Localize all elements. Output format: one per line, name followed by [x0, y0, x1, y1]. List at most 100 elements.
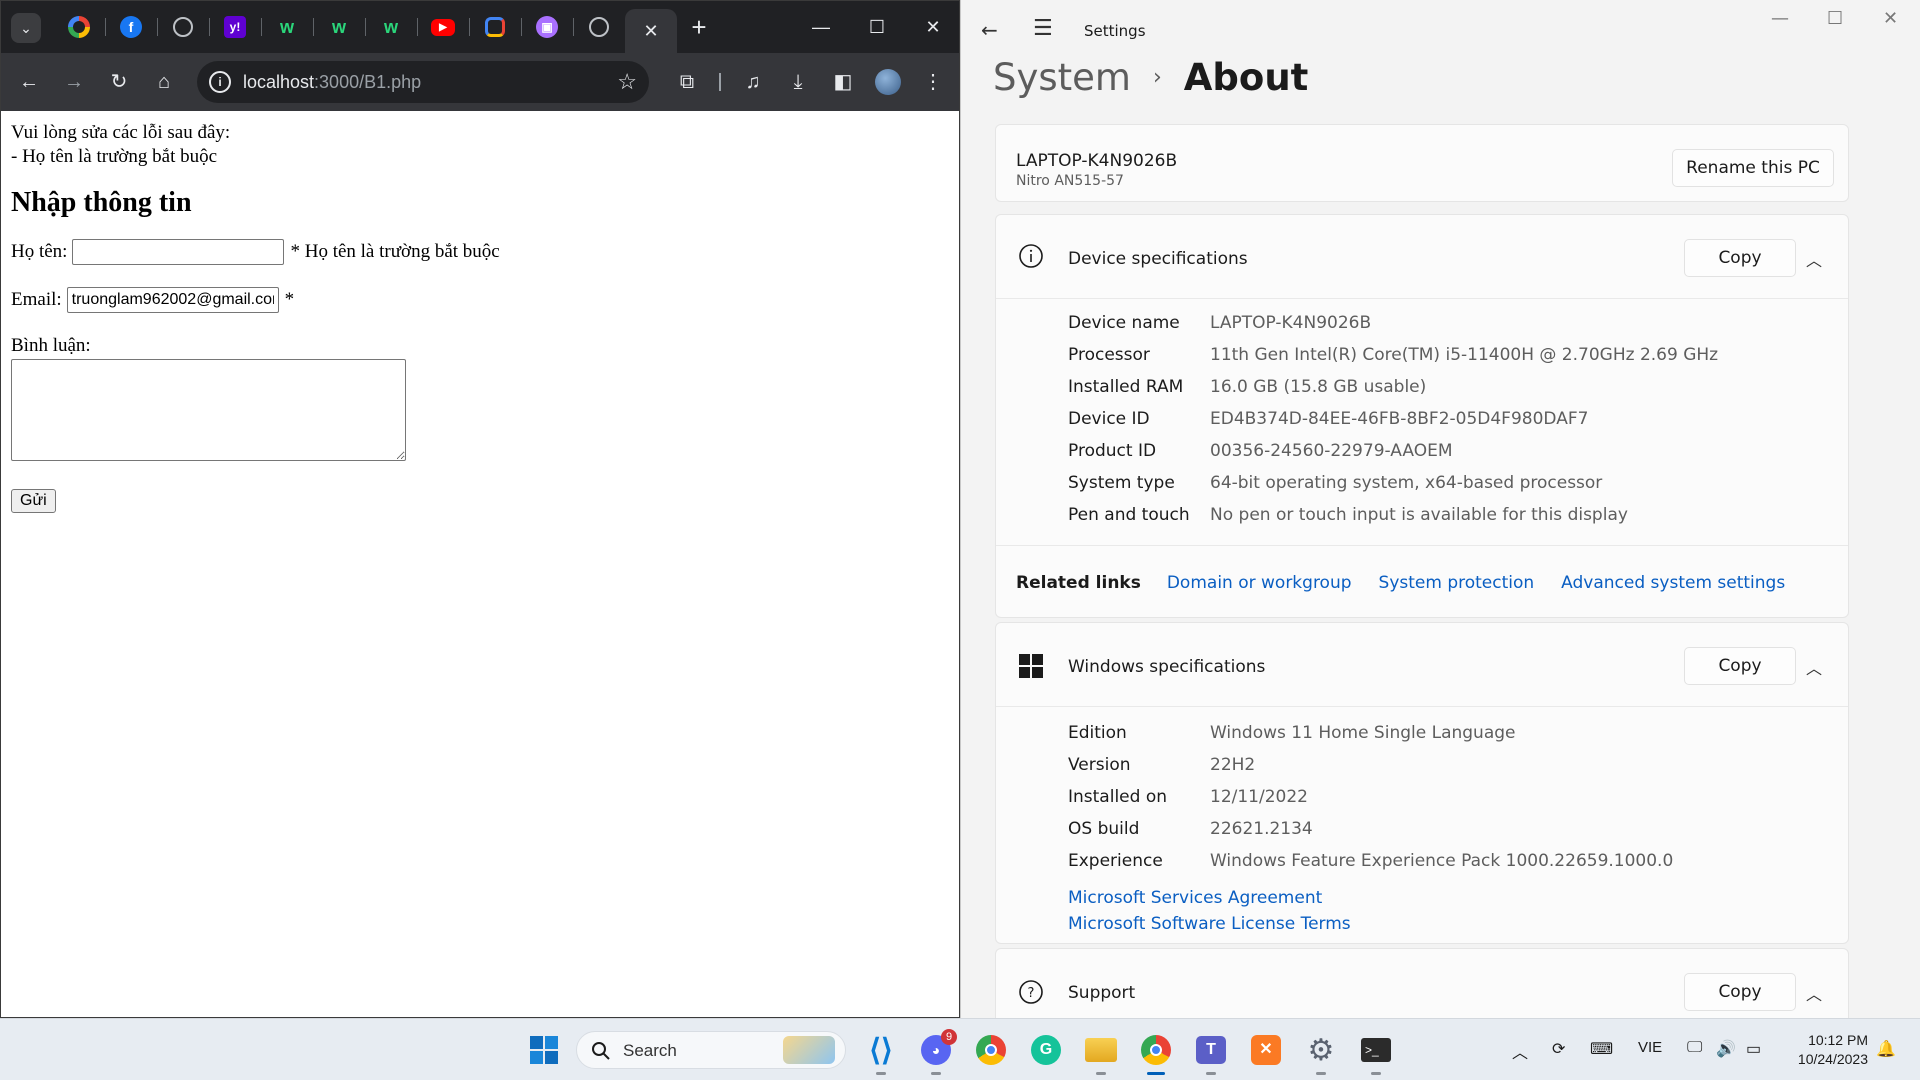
- spec-value[interactable]: 16.0 GB (15.8 GB usable): [1210, 377, 1426, 397]
- copy-support-button[interactable]: Copy: [1684, 973, 1796, 1011]
- chevron-up-icon[interactable]: ︿: [1806, 247, 1822, 271]
- settings-window: ← ☰ Settings — ☐ ✕ System › About LAPTOP…: [960, 0, 1920, 1018]
- hamburger-menu-icon[interactable]: ☰: [1033, 16, 1053, 41]
- spec-key: Device ID: [1068, 409, 1150, 429]
- spec-value[interactable]: 00356-24560-22979-AAOEM: [1210, 441, 1453, 461]
- tray-overflow-chevron-icon[interactable]: ︿: [1512, 1039, 1528, 1063]
- tab-twitch[interactable]: ▣: [521, 1, 573, 53]
- keyboard-icon[interactable]: ⌨: [1590, 1039, 1613, 1059]
- spec-value[interactable]: 12/11/2022: [1210, 787, 1308, 807]
- tab-globe-1[interactable]: [157, 1, 209, 53]
- system-protection-link[interactable]: System protection: [1379, 573, 1535, 593]
- sync-icon[interactable]: ⟳: [1552, 1039, 1565, 1059]
- maximize-button[interactable]: ☐: [1827, 8, 1843, 29]
- download-icon[interactable]: ⤓: [782, 66, 814, 98]
- settings-gear-icon[interactable]: ⚙: [1302, 1031, 1340, 1075]
- submit-button[interactable]: Gửi: [11, 489, 56, 513]
- tab-youtube[interactable]: ▶: [417, 1, 469, 53]
- url-text[interactable]: localhost:3000/B1.php: [243, 72, 421, 93]
- back-icon[interactable]: ←: [13, 66, 45, 98]
- discord-icon[interactable]: ◕ 9: [917, 1029, 957, 1075]
- extensions-icon[interactable]: ⧉: [671, 66, 703, 98]
- spec-value[interactable]: Windows Feature Experience Pack 1000.226…: [1210, 851, 1673, 871]
- profile-avatar[interactable]: [872, 66, 904, 98]
- windows-specs-header[interactable]: Windows specifications Copy ︿: [996, 623, 1848, 707]
- spec-value[interactable]: 64-bit operating system, x64-based proce…: [1210, 473, 1602, 493]
- language-indicator[interactable]: VIE: [1638, 1039, 1662, 1056]
- new-tab-button[interactable]: +: [677, 12, 721, 43]
- search-icon: [592, 1042, 610, 1060]
- tab-w-1[interactable]: w: [261, 1, 313, 53]
- w-icon: w: [331, 17, 346, 37]
- xampp-icon[interactable]: ✕: [1247, 1031, 1285, 1069]
- back-arrow-icon[interactable]: ←: [981, 18, 998, 42]
- site-info-icon[interactable]: i: [209, 71, 231, 93]
- windows-specs-card: Windows specifications Copy ︿ Edition Win…: [995, 622, 1849, 944]
- forward-icon[interactable]: →: [58, 66, 90, 98]
- start-windows-icon[interactable]: [525, 1031, 563, 1069]
- comment-textarea[interactable]: [11, 359, 406, 461]
- menu-kebab-icon[interactable]: ⋮: [917, 66, 949, 98]
- address-bar[interactable]: i localhost:3000/B1.php ☆: [197, 61, 649, 103]
- name-input[interactable]: [72, 239, 285, 265]
- spec-key: System type: [1068, 473, 1175, 493]
- breadcrumb-system[interactable]: System: [993, 56, 1131, 99]
- bookmark-star-icon[interactable]: ☆: [617, 69, 637, 95]
- home-icon[interactable]: ⌂: [148, 66, 180, 98]
- license-terms-link[interactable]: Microsoft Software License Terms: [1068, 911, 1351, 937]
- device-specs-card: Device specifications Copy ︿ Device name…: [995, 214, 1849, 618]
- device-specs-header[interactable]: Device specifications Copy ︿: [996, 215, 1848, 299]
- network-icon[interactable]: 🖵: [1687, 1039, 1702, 1057]
- side-panel-icon[interactable]: ◧: [827, 66, 859, 98]
- spec-value[interactable]: ED4B374D-84EE-46FB-8BF2-05D4F980DAF7: [1210, 409, 1588, 429]
- grammarly-icon[interactable]: G: [1027, 1031, 1065, 1069]
- reload-icon[interactable]: ↻: [103, 66, 135, 98]
- vscode-icon[interactable]: ⟨⟩: [862, 1031, 900, 1075]
- browser-toolbar: ← → ↻ ⌂ i localhost:3000/B1.php ☆ ⧉ ♫ ⤓ …: [1, 53, 959, 111]
- spec-value[interactable]: LAPTOP-K4N9026B: [1210, 313, 1371, 333]
- tab-google[interactable]: [53, 1, 105, 53]
- close-tab-icon[interactable]: ✕: [643, 21, 658, 42]
- file-explorer-icon[interactable]: [1082, 1031, 1120, 1075]
- spec-value[interactable]: 22621.2134: [1210, 819, 1313, 839]
- email-input[interactable]: [66, 287, 279, 313]
- rename-pc-button[interactable]: Rename this PC: [1672, 149, 1834, 187]
- media-control-icon[interactable]: ♫: [737, 66, 769, 98]
- tab-active[interactable]: ✕: [625, 9, 677, 53]
- copy-device-specs-button[interactable]: Copy: [1684, 239, 1796, 277]
- tab-yahoo[interactable]: y!: [209, 1, 261, 53]
- tab-facebook[interactable]: f: [105, 1, 157, 53]
- tab-w-2[interactable]: w: [313, 1, 365, 53]
- maximize-button[interactable]: ☐: [849, 1, 905, 53]
- close-button[interactable]: ✕: [1883, 8, 1898, 29]
- spec-value[interactable]: 11th Gen Intel(R) Core(TM) i5-11400H @ 2…: [1210, 345, 1718, 365]
- chevron-up-icon[interactable]: ︿: [1806, 655, 1822, 679]
- help-icon: ?: [1019, 980, 1043, 1004]
- domain-workgroup-link[interactable]: Domain or workgroup: [1167, 573, 1352, 593]
- notification-bell-icon[interactable]: 🔔: [1876, 1039, 1896, 1059]
- spec-value[interactable]: Windows 11 Home Single Language: [1210, 723, 1516, 743]
- minimize-button[interactable]: —: [793, 1, 849, 53]
- chrome-profile-icon[interactable]: [1137, 1031, 1175, 1075]
- terminal-icon[interactable]: >_: [1357, 1031, 1395, 1075]
- spec-value[interactable]: 22H2: [1210, 755, 1255, 775]
- chevron-up-icon[interactable]: ︿: [1806, 981, 1822, 1005]
- minimize-button[interactable]: —: [1771, 8, 1789, 29]
- spec-key: OS build: [1068, 819, 1140, 839]
- tab-globe-2[interactable]: [573, 1, 625, 53]
- copy-windows-specs-button[interactable]: Copy: [1684, 647, 1796, 685]
- services-agreement-link[interactable]: Microsoft Services Agreement: [1068, 885, 1351, 911]
- battery-icon[interactable]: ▭: [1746, 1039, 1761, 1059]
- chrome-icon[interactable]: [972, 1031, 1010, 1069]
- tab-w-3[interactable]: w: [365, 1, 417, 53]
- tab-lens[interactable]: [469, 1, 521, 53]
- advanced-system-settings-link[interactable]: Advanced system settings: [1561, 573, 1785, 593]
- spec-value[interactable]: No pen or touch input is available for t…: [1210, 505, 1628, 525]
- close-button[interactable]: ✕: [905, 1, 959, 53]
- teams-icon[interactable]: T: [1192, 1031, 1230, 1075]
- clock[interactable]: 10:12 PM 10/24/2023: [1798, 1031, 1868, 1069]
- taskbar-search[interactable]: Search: [576, 1031, 846, 1069]
- facebook-icon: f: [120, 16, 142, 38]
- tab-search-button[interactable]: ⌄: [11, 13, 41, 43]
- volume-icon[interactable]: 🔊: [1716, 1039, 1736, 1059]
